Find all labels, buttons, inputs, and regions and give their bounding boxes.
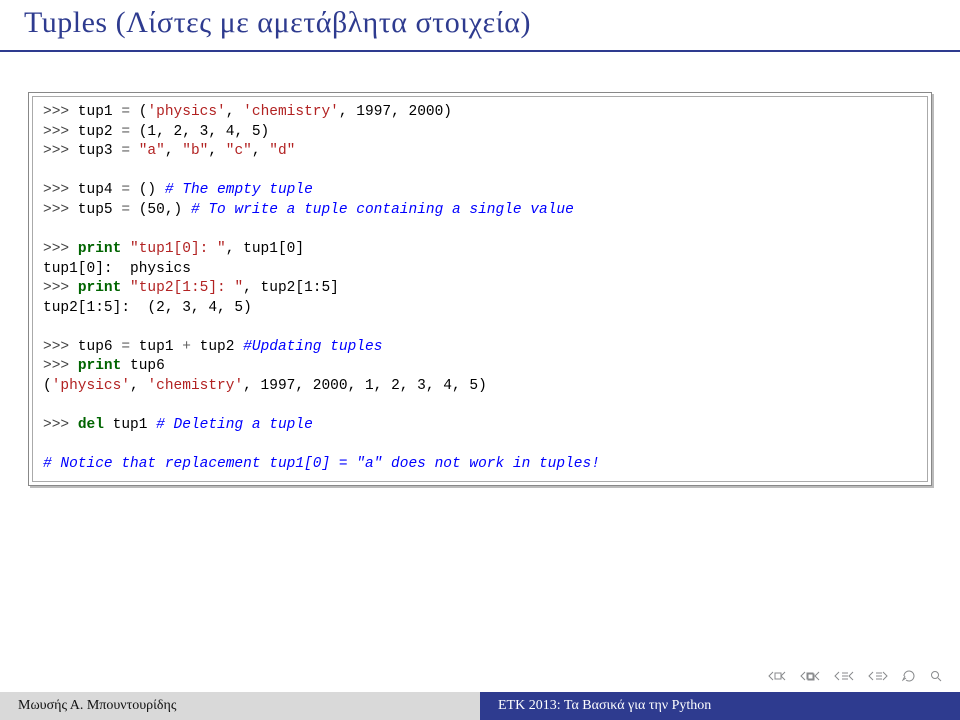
footer-bar: Μωυσής Α. Μπουντουρίδης ΕΤΚ 2013: Τα Βασ… (0, 692, 960, 720)
code-frame: >>> tup1 = ('physics', 'chemistry', 1997… (32, 96, 928, 482)
nav-prev-icon[interactable] (834, 671, 854, 681)
code-block: >>> tup1 = ('physics', 'chemistry', 1997… (33, 97, 927, 481)
nav-next-icon[interactable] (868, 671, 888, 681)
code-frame-outer: >>> tup1 = ('physics', 'chemistry', 1997… (28, 92, 932, 486)
slide: Tuples (Λίστες με αμετάβλητα στοιχεία) >… (0, 0, 960, 720)
beamer-nav (768, 670, 942, 682)
nav-prev-section-icon[interactable] (800, 671, 820, 681)
footer-author: Μωυσής Α. Μπουντουρίδης (0, 692, 480, 720)
nav-back-icon[interactable] (902, 670, 916, 682)
slide-title: Tuples (Λίστες με αμετάβλητα στοιχεία) (24, 6, 936, 40)
nav-first-icon[interactable] (768, 671, 786, 681)
nav-search-icon[interactable] (930, 670, 942, 682)
content-area: >>> tup1 = ('physics', 'chemistry', 1997… (0, 52, 960, 720)
footer-title: ΕΤΚ 2013: Τα Βασικά για την Python (480, 692, 960, 720)
title-bar: Tuples (Λίστες με αμετάβλητα στοιχεία) (0, 0, 960, 50)
